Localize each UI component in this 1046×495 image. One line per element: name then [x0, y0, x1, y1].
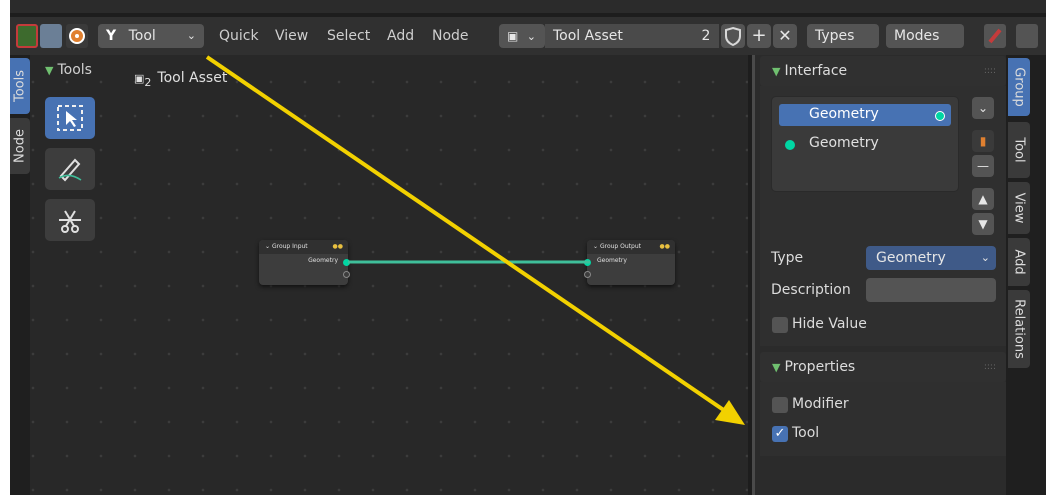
- modifier-label: Modifier: [792, 396, 849, 412]
- expand-icon: ▼: [772, 361, 781, 374]
- expand-icon: ▼: [772, 65, 781, 78]
- tab-view-label: View: [1011, 192, 1027, 224]
- arrow-head-icon: [715, 400, 745, 425]
- move-up-button[interactable]: ▲: [972, 188, 994, 210]
- properties-panel-title: Properties: [784, 359, 856, 375]
- interface-item-output[interactable]: Geometry: [779, 104, 951, 126]
- interface-panel-header[interactable]: ▼ Interface ::::: [760, 56, 1006, 86]
- triangle-down-icon: ▼: [978, 217, 988, 231]
- interface-item-output-label: Geometry: [809, 106, 879, 122]
- tab-relations-label: Relations: [1011, 299, 1027, 359]
- type-dropdown[interactable]: Geometry ⌄: [866, 246, 996, 270]
- minus-icon: —: [977, 159, 989, 173]
- move-down-button[interactable]: ▼: [972, 213, 994, 235]
- type-label: Type: [771, 250, 804, 266]
- tab-relations[interactable]: Relations: [1008, 290, 1030, 368]
- checkmark-icon: ✓: [774, 426, 786, 441]
- properties-panel-header[interactable]: ▼ Properties ::::: [760, 352, 1006, 382]
- tool-label: Tool: [792, 425, 820, 441]
- tab-tool-label: Tool: [1011, 137, 1027, 163]
- triangle-up-icon: ▲: [978, 192, 988, 206]
- tab-tool[interactable]: Tool: [1008, 122, 1030, 178]
- tab-group[interactable]: Group: [1008, 58, 1030, 116]
- type-value: Geometry: [876, 250, 946, 266]
- hide-value-checkbox[interactable]: [772, 317, 788, 333]
- chevron-down-icon: ⌄: [977, 101, 989, 115]
- drag-handle-icon[interactable]: ::::: [984, 352, 996, 382]
- hide-value-label: Hide Value: [792, 316, 867, 332]
- tab-add[interactable]: Add: [1008, 238, 1030, 286]
- chevron-down-icon: ⌄: [980, 251, 990, 264]
- drag-handle-icon[interactable]: ::::: [984, 56, 996, 86]
- copy-icon: ▮: [979, 134, 987, 148]
- modifier-checkbox[interactable]: [772, 397, 788, 413]
- remove-item-button[interactable]: —: [972, 155, 994, 177]
- add-item-dropdown[interactable]: ⌄: [972, 97, 994, 119]
- tab-add-label: Add: [1011, 249, 1027, 275]
- geometry-socket-icon: [785, 140, 795, 150]
- properties-panel-body: [760, 382, 1006, 456]
- interface-item-input-label: Geometry: [809, 135, 879, 151]
- description-input[interactable]: [866, 278, 996, 302]
- description-label: Description: [771, 282, 851, 298]
- tab-view[interactable]: View: [1008, 182, 1030, 234]
- duplicate-button[interactable]: ▮: [972, 130, 994, 152]
- interface-panel-title: Interface: [784, 63, 848, 79]
- annotation-arrow: [205, 55, 730, 415]
- geometry-socket-icon: [935, 111, 945, 121]
- interface-item-input[interactable]: Geometry: [779, 133, 951, 155]
- tool-checkbox[interactable]: ✓: [772, 426, 788, 442]
- tab-group-label: Group: [1011, 67, 1027, 107]
